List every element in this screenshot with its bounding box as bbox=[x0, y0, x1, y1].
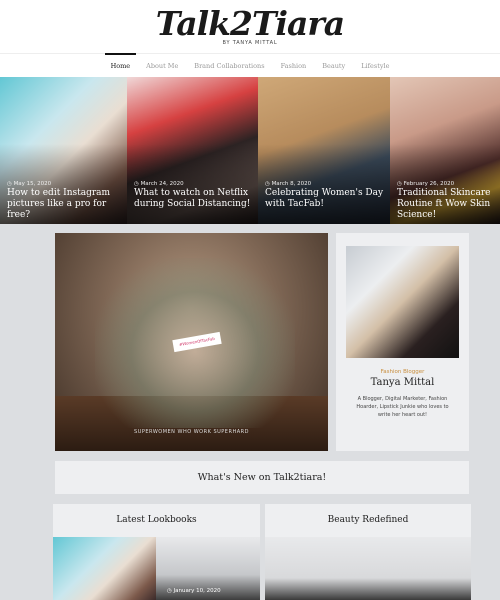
nav-item-beauty[interactable]: Beauty bbox=[314, 55, 353, 77]
post-date: ◷ March 8, 2020 bbox=[265, 181, 311, 187]
lookbook-thumbnail[interactable] bbox=[53, 537, 156, 600]
clock-icon: ◷ bbox=[397, 181, 402, 187]
nav-item-brand-collaborations[interactable]: Brand Collaborations bbox=[186, 55, 272, 77]
clock-icon: ◷ bbox=[167, 588, 172, 594]
author-profile-card: Fashion Blogger Tanya Mittal A Blogger, … bbox=[336, 233, 469, 451]
post-title[interactable]: Celebrating Women's Day with TacFab! bbox=[265, 188, 386, 210]
section-heading-beauty-redefined: Beauty Redefined bbox=[265, 504, 471, 537]
post-title[interactable]: How to edit Instagram pictures like a pr… bbox=[7, 188, 123, 221]
clock-icon: ◷ bbox=[265, 181, 270, 187]
clock-icon: ◷ bbox=[134, 181, 139, 187]
nav-item-about-me[interactable]: About Me bbox=[138, 55, 186, 77]
post-date: ◷ February 26, 2020 bbox=[397, 181, 454, 187]
hero-post-card[interactable]: ◷ May 15, 2020 How to edit Instagram pic… bbox=[0, 77, 127, 224]
post-date-text: February 26, 2020 bbox=[403, 181, 455, 187]
main-nav: Home About Me Brand Collaborations Fashi… bbox=[0, 53, 500, 77]
post-title[interactable]: Traditional Skincare Routine ft Wow Skin… bbox=[397, 188, 496, 221]
nav-item-fashion[interactable]: Fashion bbox=[273, 55, 315, 77]
hero-post-card[interactable]: ◷ March 8, 2020 Celebrating Women's Day … bbox=[258, 77, 390, 224]
post-date-text: May 15, 2020 bbox=[13, 181, 52, 187]
beauty-thumbnail[interactable] bbox=[265, 537, 368, 600]
post-date: ◷ May 15, 2020 bbox=[7, 181, 51, 187]
photo-caption: SUPERWOMEN WHO WORK SUPERHARD bbox=[134, 429, 249, 435]
author-name: Tanya Mittal bbox=[370, 377, 435, 388]
hero-post-card[interactable]: ◷ March 24, 2020 What to watch on Netfli… bbox=[127, 77, 258, 224]
post-date: ◷ March 24, 2020 bbox=[134, 181, 184, 187]
author-photo bbox=[346, 246, 459, 358]
author-bio: A Blogger, Digital Marketer, Fashion Hoa… bbox=[356, 396, 449, 418]
post-date-text: March 24, 2020 bbox=[140, 181, 184, 187]
nav-item-lifestyle[interactable]: Lifestyle bbox=[353, 55, 397, 77]
post-date-text: January 10, 2020 bbox=[173, 588, 221, 594]
post-title[interactable]: What to watch on Netflix during Social D… bbox=[134, 188, 254, 210]
beauty-thumbnail[interactable] bbox=[368, 537, 471, 600]
lookbook-thumbnail[interactable]: ◷ January 10, 2020 bbox=[156, 537, 260, 600]
site-logo[interactable]: Talk2Tiara bbox=[0, 4, 500, 44]
hero-slider: ◷ May 15, 2020 How to edit Instagram pic… bbox=[0, 77, 500, 224]
logo-byline: BY TANYA MITTAL bbox=[222, 40, 278, 46]
post-date-text: March 8, 2020 bbox=[271, 181, 312, 187]
site-header: Talk2Tiara BY TANYA MITTAL Home About Me… bbox=[0, 0, 500, 77]
hero-post-card[interactable]: ◷ February 26, 2020 Traditional Skincare… bbox=[390, 77, 500, 224]
nav-item-home[interactable]: Home bbox=[103, 53, 139, 77]
author-tag: Fashion Blogger bbox=[380, 369, 425, 375]
whats-new-heading: What's New on Talk2tiara! bbox=[55, 461, 469, 494]
featured-group-photo[interactable]: #WomenOfTacFab SUPERWOMEN WHO WORK SUPER… bbox=[55, 233, 328, 451]
nav-divider bbox=[0, 53, 500, 54]
section-heading-latest-lookbooks: Latest Lookbooks bbox=[53, 504, 260, 537]
clock-icon: ◷ bbox=[7, 181, 12, 187]
post-date: ◷ January 10, 2020 bbox=[167, 588, 221, 594]
